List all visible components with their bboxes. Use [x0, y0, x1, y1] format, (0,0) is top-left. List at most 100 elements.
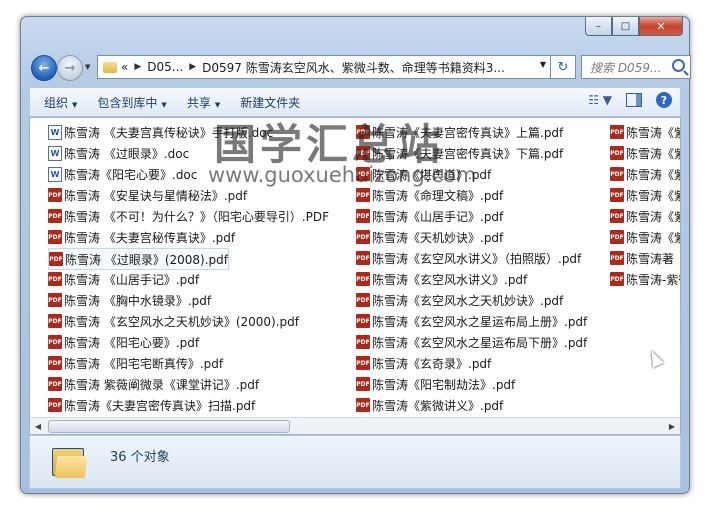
pdf-file-icon: PDF [356, 167, 370, 181]
file-name: 陈雪涛《紫微讲义》.pdf [372, 398, 504, 413]
file-name: 陈雪涛 《安星诀与星情秘法》.pdf [64, 188, 248, 203]
pdf-file-icon: PDF [356, 146, 370, 160]
file-item[interactable]: PDF 陈雪涛《夫妻宫密传真诀》下篇.pdf [356, 143, 563, 163]
file-item[interactable]: W 陈雪涛《阳宅心要》.doc [48, 164, 197, 184]
file-item[interactable]: PDF 陈雪涛《玄空风水讲义》.pdf [356, 269, 527, 289]
pdf-file-icon: PDF [48, 377, 62, 391]
file-item[interactable]: PDF 陈雪涛 《不可！为什么？》（阳宅心要导引）.PDF [48, 206, 329, 226]
file-name: 陈雪涛《夫妻宫密传真诀》下篇.pdf [372, 146, 564, 161]
file-item[interactable]: PDF 陈雪涛著《 [610, 248, 681, 268]
details-pane: 36 个对象 [29, 435, 681, 489]
scroll-right-icon[interactable]: ▶ [664, 418, 680, 434]
file-item[interactable]: PDF 陈雪涛 《胸中水镜录》.pdf [48, 290, 211, 310]
file-item[interactable]: PDF 陈雪涛《紫 [610, 143, 681, 163]
file-item[interactable]: PDF 陈雪涛《玄空风水之星运布局上册》.pdf [356, 311, 587, 331]
file-item[interactable]: PDF 陈雪涛《夫妻宫密传真诀》上篇.pdf [356, 122, 563, 142]
file-item[interactable]: PDF 陈雪涛 《阳宅心要》.pdf [48, 332, 199, 352]
forward-button[interactable]: → [57, 55, 83, 81]
file-item[interactable]: PDF 陈雪涛《玄奇录》.pdf [356, 353, 491, 373]
change-view-icon[interactable]: ☷ ▼ [588, 93, 612, 107]
file-item[interactable]: PDF 陈雪涛《紫 [610, 206, 681, 226]
search-icon[interactable] [672, 59, 685, 72]
file-item[interactable]: PDF 陈雪涛《玄空风水之星运布局下册》.pdf [356, 332, 587, 352]
file-item[interactable]: PDF 陈雪涛《堪舆道》.pdf [356, 164, 491, 184]
help-icon[interactable]: ? [656, 92, 672, 108]
file-item[interactable]: PDF 陈雪涛《天机妙诀》.pdf [356, 227, 503, 247]
file-item[interactable]: W 陈雪涛 《过眼录》.doc [48, 143, 189, 163]
maximize-button[interactable]: □ [612, 17, 639, 36]
file-item[interactable]: PDF 陈雪涛 《安星诀与星情秘法》.pdf [48, 185, 247, 205]
navigation-bar: ← → ▼ « ▶ D05... ▶ D0597 陈雪涛玄空风水、紫微斗数、命理… [29, 53, 691, 81]
breadcrumb-separator-icon: ▶ [189, 62, 197, 72]
pdf-file-icon: PDF [48, 272, 62, 286]
file-name: 陈雪涛 紫薇阐微录《课堂讲记》.pdf [64, 377, 260, 392]
file-name: 陈雪涛《紫 [626, 209, 681, 224]
file-name: 陈雪涛《紫 [626, 188, 681, 203]
pdf-file-icon: PDF [356, 125, 370, 139]
file-item[interactable]: PDF 陈雪涛《山居手记》.pdf [356, 206, 503, 226]
scrollbar-thumb[interactable] [48, 420, 290, 433]
breadcrumb-item[interactable]: D05... [147, 60, 183, 74]
word-document-icon: W [48, 124, 62, 140]
file-name: 陈雪涛《玄空风水讲义》.pdf [372, 272, 528, 287]
share-label: 共享 [186, 95, 211, 110]
file-item[interactable]: PDF 陈雪涛《命理文稿》.pdf [356, 185, 503, 205]
file-name: 陈雪涛《紫 [626, 230, 681, 245]
minimize-button[interactable]: – [585, 17, 612, 36]
preview-pane-icon[interactable] [626, 93, 642, 107]
recent-pages-dropdown[interactable]: ▼ [85, 63, 90, 71]
organize-button[interactable]: 组织 ▼ [44, 94, 77, 111]
address-dropdown-icon[interactable]: ▼ [540, 60, 546, 69]
file-name: 陈雪涛《堪舆道》.pdf [372, 167, 492, 182]
share-button[interactable]: 共享 ▼ [187, 94, 220, 111]
address-bar[interactable]: « ▶ D05... ▶ D0597 陈雪涛玄空风水、紫微斗数、命理等书籍资料3… [97, 55, 551, 79]
file-name: 陈雪涛《玄空风水讲义》（拍照版）.pdf [372, 251, 582, 266]
explorer-window: – □ ✕ ← → ▼ « ▶ D05... ▶ D0597 陈雪涛玄空风水、紫… [20, 16, 691, 494]
file-item[interactable]: PDF 陈雪涛《阳宅制劫法》.pdf [356, 374, 515, 394]
back-button[interactable]: ← [31, 55, 57, 81]
file-item[interactable]: PDF 陈雪涛 《山居手记》.pdf [48, 269, 199, 289]
file-name: 陈雪涛 《阳宅宅断真传》.pdf [64, 356, 224, 371]
file-item[interactable]: PDF 陈雪涛《紫 [610, 185, 681, 205]
breadcrumb-item-current[interactable]: D0597 陈雪涛玄空风水、紫微斗数、命理等书籍资料3... [202, 59, 505, 76]
scroll-left-icon[interactable]: ◀ [30, 418, 46, 434]
file-name: 陈雪涛著《 [626, 251, 681, 266]
file-item[interactable]: PDF 陈雪涛《玄空风水之天机妙诀》.pdf [356, 290, 563, 310]
pdf-file-icon: PDF [356, 188, 370, 202]
pdf-file-icon: PDF [610, 125, 624, 139]
file-item[interactable]: PDF 陈雪涛《玄空风水讲义》（拍照版）.pdf [356, 248, 581, 268]
search-box[interactable]: 搜索 D059... [581, 55, 691, 79]
new-folder-label: 新建文件夹 [240, 95, 301, 110]
file-name: 陈雪涛《天机妙诀》.pdf [372, 230, 504, 245]
file-item[interactable]: PDF 陈雪涛 《夫妻宫秘传真诀》.pdf [48, 227, 235, 247]
pdf-file-icon: PDF [356, 230, 370, 244]
horizontal-scrollbar[interactable]: ◀ ▶ [30, 417, 680, 434]
file-item[interactable]: PDF 陈雪涛 紫薇阐微录《课堂讲记》.pdf [48, 374, 259, 394]
new-folder-button[interactable]: 新建文件夹 [240, 94, 300, 111]
search-input[interactable]: 搜索 D059... [590, 59, 668, 76]
file-item[interactable]: PDF 陈雪涛《紫 [610, 227, 681, 247]
pdf-file-icon: PDF [356, 272, 370, 286]
include-in-library-button[interactable]: 包含到库中 ▼ [97, 94, 166, 111]
file-name: 陈雪涛《山居手记》.pdf [372, 209, 504, 224]
file-item[interactable]: PDF 陈雪涛《紫微讲义》.pdf [356, 395, 503, 415]
file-list[interactable]: ◀ ▶ W 陈雪涛 《夫妻宫真传秘诀》手打版.doc W 陈雪涛 《过眼录》.doc W… [29, 117, 681, 435]
file-item[interactable]: PDF 陈雪涛《紫 [610, 122, 680, 142]
close-button[interactable]: ✕ [639, 17, 683, 36]
file-item[interactable]: PDF 陈雪涛 《过眼录》(2008).pdf [48, 248, 229, 270]
address-overflow-icon[interactable]: « [121, 60, 128, 74]
refresh-button[interactable]: ↻ [551, 55, 576, 79]
file-item[interactable]: PDF 陈雪涛《夫妻宫密传真诀》扫描.pdf [48, 395, 255, 415]
pdf-file-icon: PDF [48, 398, 62, 412]
pdf-file-icon: PDF [610, 209, 624, 223]
file-name: 陈雪涛《夫妻宫密传真诀》扫描.pdf [64, 398, 256, 413]
file-item[interactable]: PDF 陈雪涛《紫 [610, 164, 680, 184]
file-item[interactable]: W 陈雪涛 《夫妻宫真传秘诀》手打版.doc [48, 122, 273, 142]
pdf-file-icon: PDF [356, 251, 370, 265]
file-name: 陈雪涛《紫 [626, 146, 681, 161]
pdf-file-icon: PDF [48, 335, 62, 349]
file-item[interactable]: PDF 陈雪涛 《玄空风水之天机妙诀》(2000).pdf [48, 311, 299, 331]
file-item[interactable]: PDF陈雪涛-紫微 [610, 269, 680, 289]
pdf-file-icon: PDF [48, 293, 62, 307]
file-item[interactable]: PDF 陈雪涛 《阳宅宅断真传》.pdf [48, 353, 223, 373]
